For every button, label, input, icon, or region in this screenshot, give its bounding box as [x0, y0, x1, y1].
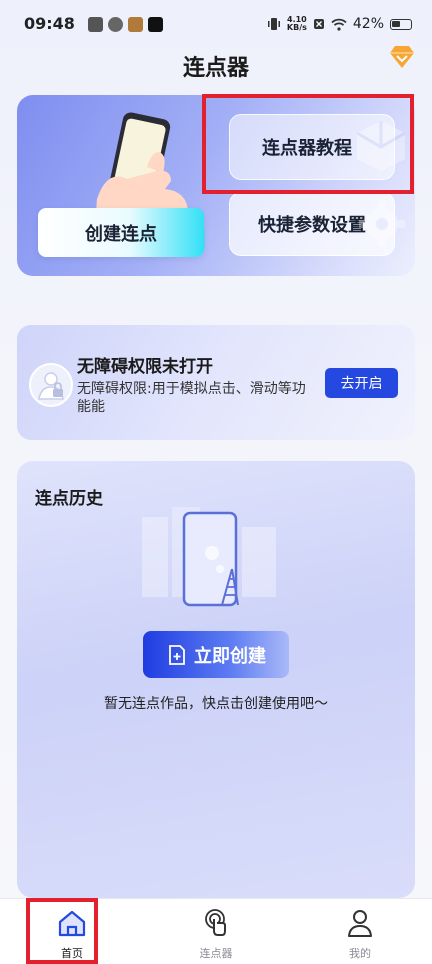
new-file-icon [169, 644, 185, 665]
vibrate-icon [267, 18, 280, 30]
accessibility-lock-icon [29, 363, 73, 407]
nav-item-clicker[interactable]: 连点器 [144, 899, 288, 964]
top-feature-card: 创建连点 连点器教程 快捷参数设置 [17, 95, 415, 276]
history-title: 连点历史 [35, 489, 103, 509]
empty-history-text: 暂无连点作品，快点击创建使用吧～ [104, 696, 328, 712]
home-icon [58, 910, 86, 937]
tiktok-icon [148, 17, 163, 32]
bottom-navigation: 首页 连点器 我的 [0, 898, 432, 964]
diamond-icon[interactable] [388, 44, 416, 70]
network-speed-unit: KB/s [286, 23, 307, 32]
status-bar: 09:48 4.10 KB/s 42% [0, 0, 432, 50]
tutorial-label: 连点器教程 [262, 138, 352, 159]
accessibility-card: 无障碍权限未打开 无障碍权限:用于模拟点击、滑动等功能能 去开启 [17, 325, 415, 440]
nav-label-home: 首页 [61, 947, 83, 960]
nav-label-clicker: 连点器 [199, 947, 233, 960]
create-click-button[interactable]: 创建连点 [38, 208, 204, 257]
create-now-label: 立即创建 [194, 645, 266, 667]
gear-decoration-icon [359, 201, 405, 247]
nav-item-profile[interactable]: 我的 [288, 899, 432, 964]
enable-accessibility-button[interactable]: 去开启 [325, 368, 398, 398]
box-decoration-icon [356, 121, 406, 171]
nav-item-home[interactable]: 首页 [0, 899, 144, 964]
create-now-button[interactable]: 立即创建 [143, 631, 289, 678]
tap-finger-icon [205, 909, 226, 936]
nav-label-profile: 我的 [349, 947, 371, 960]
accessibility-title: 无障碍权限未打开 [77, 357, 213, 377]
empty-phone-illustration [142, 507, 276, 607]
notification-app-icon [128, 17, 143, 32]
status-time: 09:48 [24, 14, 75, 33]
accessibility-description: 无障碍权限:用于模拟点击、滑动等功能能 [77, 381, 306, 415]
history-card: 连点历史 立即创建 暂无连点作品，快点击创建使用吧～ [17, 461, 415, 898]
no-sim-icon [313, 19, 324, 29]
page-title: 连点器 [182, 56, 249, 81]
notification-app-icon [108, 17, 123, 32]
battery-percent: 42% [352, 16, 384, 32]
wifi-icon [331, 18, 347, 31]
notification-app-icon [88, 17, 103, 32]
network-speed: 4.10 KB/s [287, 16, 307, 32]
person-icon [348, 910, 372, 937]
battery-icon [390, 18, 412, 30]
